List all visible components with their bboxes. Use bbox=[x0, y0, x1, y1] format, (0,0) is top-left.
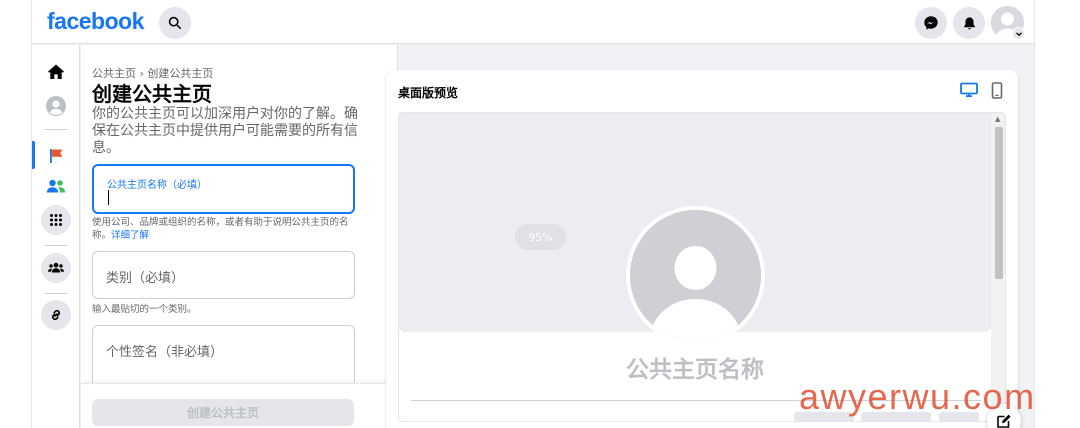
page-name-input[interactable]: 公共主页名称（必填） bbox=[92, 164, 355, 214]
category-input[interactable]: 类别（必填） bbox=[92, 251, 355, 299]
rail-home[interactable] bbox=[41, 57, 71, 87]
bell-icon bbox=[963, 16, 975, 29]
groups-icon bbox=[48, 262, 64, 273]
profile-icon bbox=[46, 96, 66, 116]
rail-pages[interactable] bbox=[41, 140, 71, 170]
create-page-panel: 公共主页 › 创建公共主页 创建公共主页 你的公共主页可以加深用户对你的了解。确… bbox=[81, 45, 398, 428]
rail-divider bbox=[44, 245, 68, 246]
desktop-icon bbox=[960, 82, 978, 97]
home-icon bbox=[48, 64, 64, 79]
text-caret bbox=[108, 190, 109, 205]
search-button[interactable] bbox=[159, 7, 191, 39]
preview-card: 桌面版预览 95% 公共主页名称 ▲ bbox=[386, 70, 1018, 428]
facebook-app: facebook 公共主页 › 创建公共主页 创建公共主页 你的公共主页可以加深… bbox=[31, 0, 1035, 428]
watermark: awyerwu.com bbox=[799, 376, 1036, 417]
rail-divider bbox=[44, 293, 68, 294]
rail-profile[interactable] bbox=[41, 91, 71, 121]
top-navigation-bar: facebook bbox=[32, 0, 1034, 44]
rail-menu[interactable] bbox=[41, 205, 71, 235]
page-title: 创建公共主页 bbox=[92, 82, 212, 106]
progress-badge: 95% bbox=[515, 224, 566, 250]
search-icon bbox=[168, 16, 182, 30]
create-page-button[interactable]: 创建公共主页 bbox=[92, 399, 354, 426]
rail-friends[interactable] bbox=[41, 171, 71, 201]
notifications-button[interactable] bbox=[953, 7, 985, 39]
profile-picture-placeholder bbox=[626, 206, 765, 345]
category-hint: 输入最贴切的一个类别。 bbox=[92, 304, 197, 315]
page-description: 你的公共主页可以加深用户对你的了解。确保在公共主页中提供用户可能需要的所有信息。 bbox=[92, 106, 358, 156]
facebook-logo[interactable]: facebook bbox=[47, 8, 144, 35]
mobile-icon bbox=[991, 82, 1003, 99]
bio-placeholder: 个性签名（非必填） bbox=[106, 345, 224, 360]
friends-icon bbox=[46, 179, 66, 193]
preview-title: 桌面版预览 bbox=[398, 86, 459, 100]
desktop-preview-toggle[interactable] bbox=[960, 82, 978, 102]
rail-active-indicator bbox=[32, 141, 35, 169]
scroll-thumb[interactable] bbox=[995, 127, 1003, 279]
page-name-hint: 使用公司、品牌或组织的名称，或者有助于说明公共主页的名称。详细了解 bbox=[92, 216, 358, 242]
messenger-icon bbox=[924, 16, 938, 30]
rail-divider bbox=[44, 129, 68, 130]
page-name-label: 公共主页名称（必填） bbox=[107, 180, 207, 191]
rail-groups[interactable] bbox=[41, 253, 71, 283]
left-icon-rail bbox=[32, 45, 80, 428]
apps-grid-icon bbox=[50, 214, 62, 226]
link-icon bbox=[52, 310, 60, 320]
chevron-down-icon bbox=[1015, 31, 1022, 36]
default-profile-icon bbox=[630, 210, 761, 341]
learn-more-link[interactable]: 详细了解 bbox=[111, 230, 149, 241]
category-placeholder: 类别（必填） bbox=[106, 271, 185, 286]
account-menu-chevron[interactable] bbox=[1012, 27, 1025, 40]
form-footer: 创建公共主页 bbox=[81, 383, 397, 428]
messenger-button[interactable] bbox=[915, 7, 947, 39]
mobile-preview-toggle[interactable] bbox=[991, 82, 1003, 103]
flag-icon bbox=[49, 148, 62, 163]
rail-link[interactable] bbox=[41, 300, 71, 330]
scroll-up-arrow[interactable]: ▲ bbox=[995, 116, 1000, 123]
